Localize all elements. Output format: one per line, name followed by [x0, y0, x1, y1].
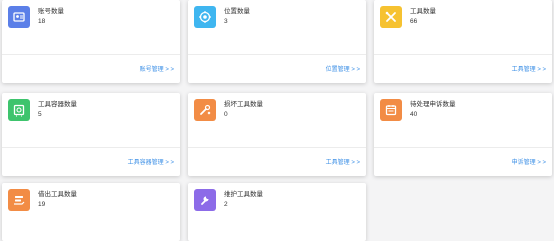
location-count-card: 位置数量 3 位置管理 > > [188, 0, 366, 83]
card-title: 待处理申诉数量 [410, 101, 456, 108]
location-icon [194, 6, 216, 28]
broken-tool-icon [194, 99, 216, 121]
card-value: 18 [38, 18, 46, 25]
maintenance-tool-count-card: 维护工具数量 2 [188, 183, 366, 241]
calendar-icon [380, 99, 402, 121]
card-value: 3 [224, 18, 228, 25]
card-value: 19 [38, 201, 46, 208]
pending-appeal-count-card: 待处理申诉数量 40 申诉管理 > > [374, 93, 552, 176]
tool-management-link[interactable]: 工具管理 > > [512, 66, 546, 74]
card-title: 维护工具数量 [224, 191, 263, 198]
card-title: 工具容器数量 [38, 101, 77, 108]
card-value: 40 [410, 111, 418, 118]
card-title: 位置数量 [224, 8, 250, 15]
card-value: 2 [224, 201, 228, 208]
card-value: 5 [38, 111, 42, 118]
appeal-management-link[interactable]: 申诉管理 > > [512, 159, 546, 167]
tool-container-management-link[interactable]: 工具容器管理 > > [128, 159, 174, 167]
user-id-icon [8, 6, 30, 28]
lent-tool-count-card: 借出工具数量 19 [2, 183, 180, 241]
card-title: 损坏工具数量 [224, 101, 263, 108]
card-title: 账号数量 [38, 8, 64, 15]
account-management-link[interactable]: 账号管理 > > [140, 66, 174, 74]
tool-container-count-card: 工具容器数量 5 工具容器管理 > > [2, 93, 180, 176]
card-title: 借出工具数量 [38, 191, 77, 198]
container-icon [8, 99, 30, 121]
card-title: 工具数量 [410, 8, 436, 15]
card-value: 66 [410, 18, 418, 25]
wrench-icon [194, 189, 216, 211]
lend-icon [8, 189, 30, 211]
broken-tool-count-card: 损坏工具数量 0 工具管理 > > [188, 93, 366, 176]
location-management-link[interactable]: 位置管理 > > [326, 66, 360, 74]
tools-icon [380, 6, 402, 28]
tool-count-card: 工具数量 66 工具管理 > > [374, 0, 552, 83]
card-value: 0 [224, 111, 228, 118]
tool-management-link[interactable]: 工具管理 > > [326, 159, 360, 167]
account-count-card: 账号数量 18 账号管理 > > [2, 0, 180, 83]
